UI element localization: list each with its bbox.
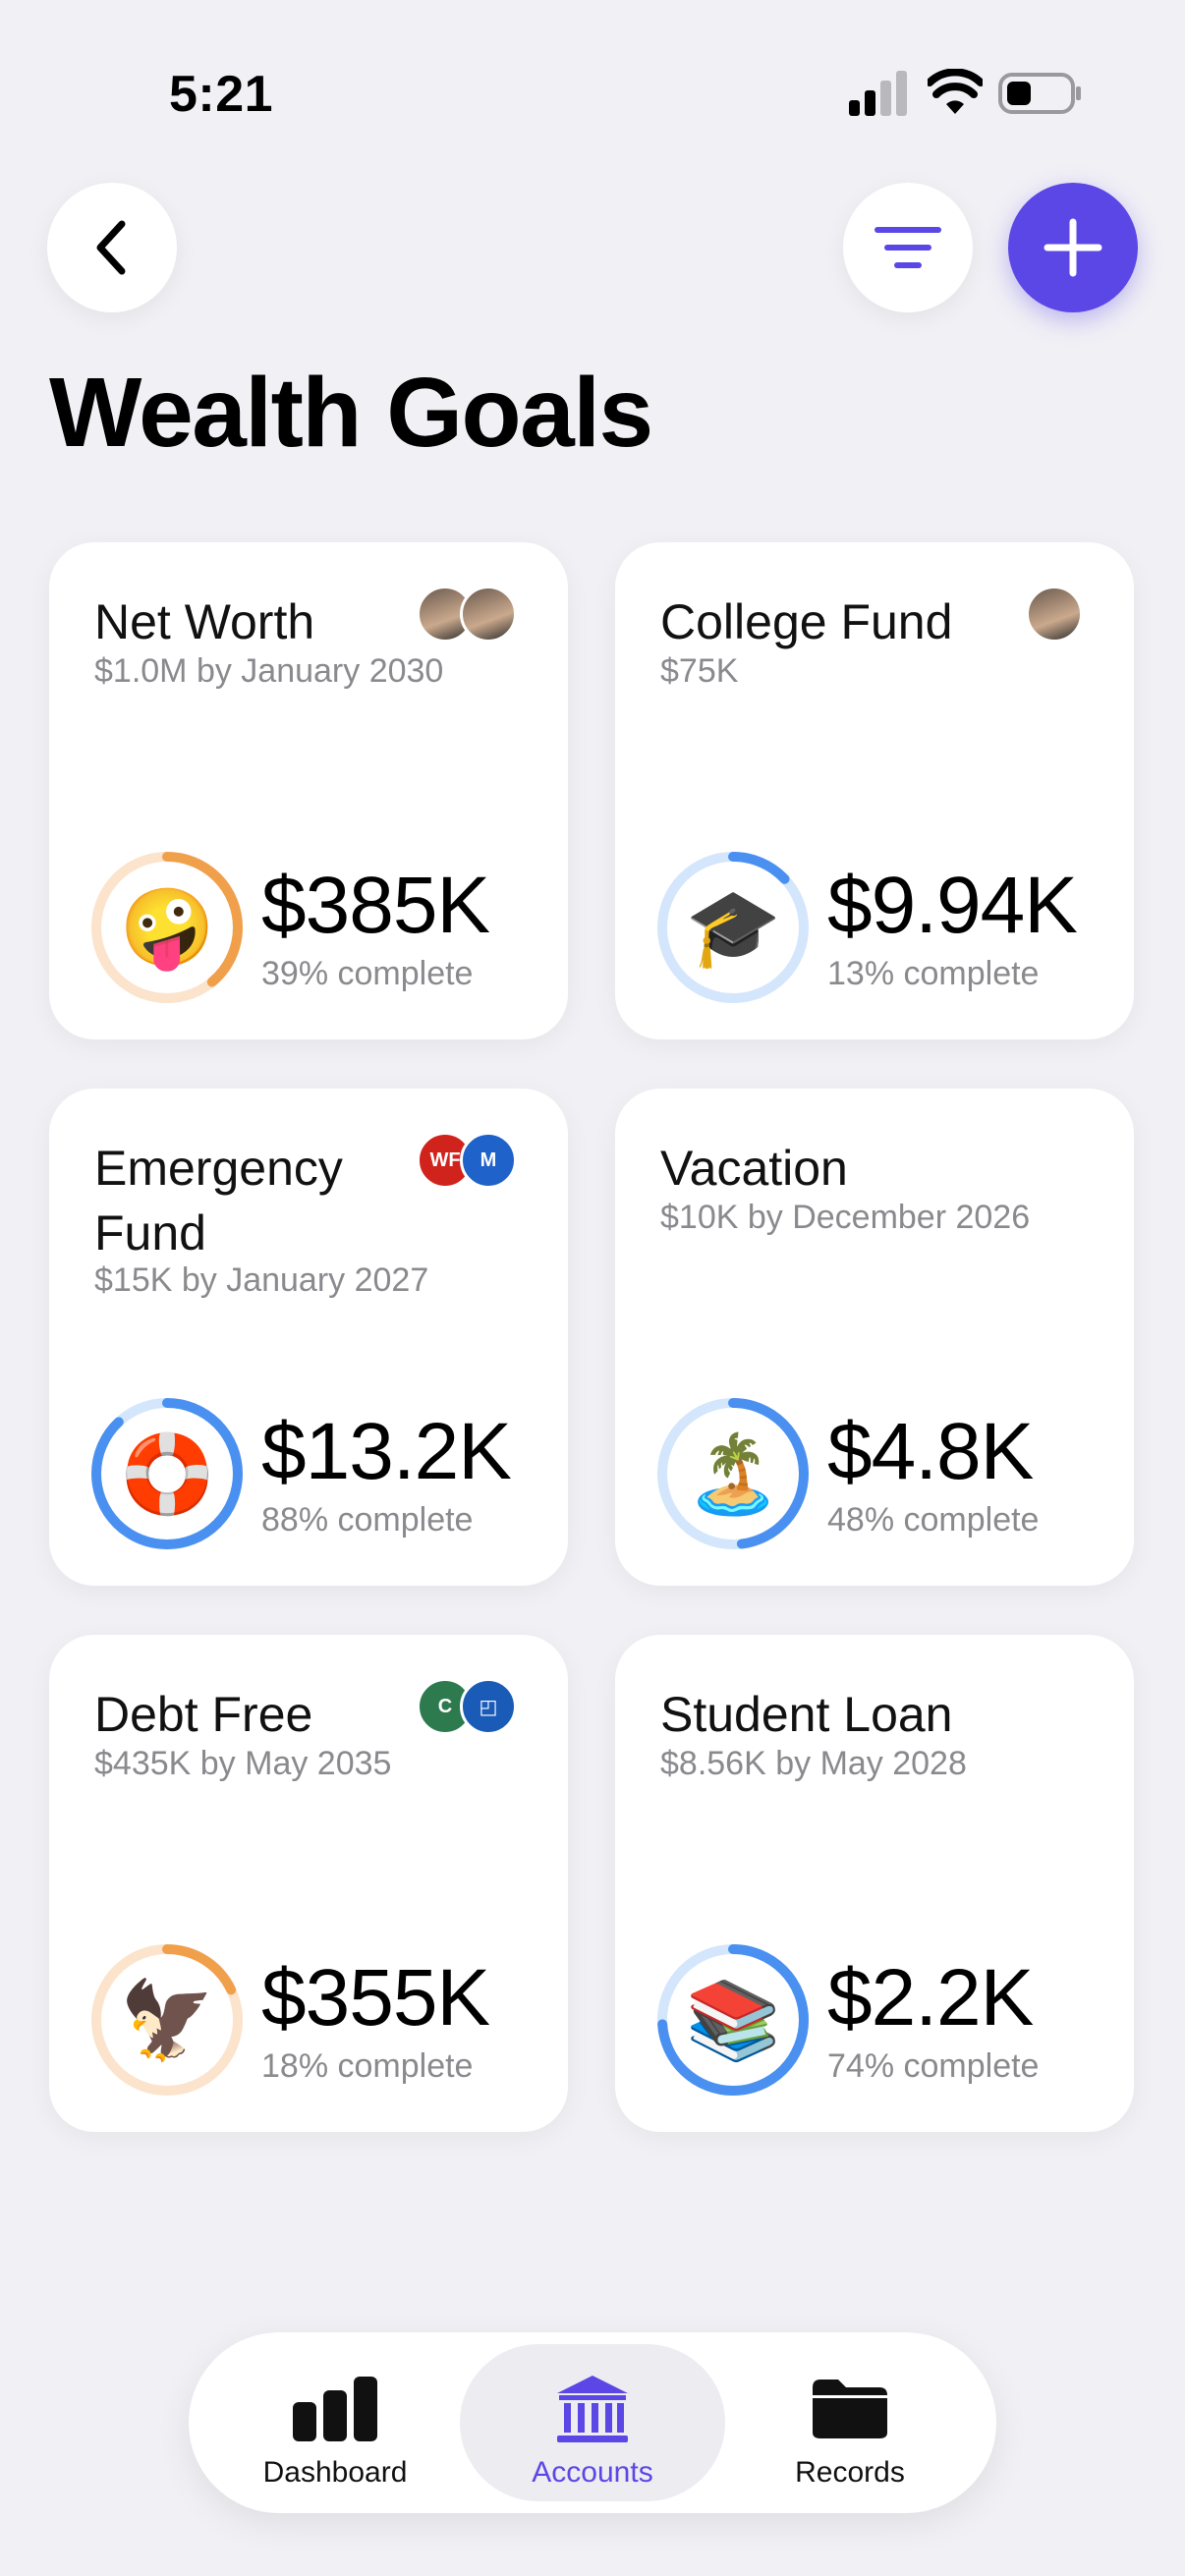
goal-avatars: [417, 586, 525, 644]
tab-label: Dashboard: [262, 2456, 408, 2489]
bank-logo-bmo: M: [460, 1132, 517, 1189]
goal-subtitle: $8.56K by May 2028: [660, 1745, 967, 1782]
add-goal-button[interactable]: [1008, 183, 1138, 312]
back-button[interactable]: [47, 183, 177, 312]
goal-card[interactable]: Emergency Fund $15K by January 2027 WF M 🛟 $1…: [49, 1089, 568, 1586]
goal-title: Net Worth: [94, 594, 315, 649]
goal-subtitle: $10K by December 2026: [660, 1199, 1031, 1236]
goal-percent: 88% complete: [261, 1501, 474, 1539]
tab-accounts[interactable]: Accounts: [460, 2344, 725, 2501]
filter-button[interactable]: [843, 183, 973, 312]
goal-emoji-icon: 🛟: [119, 1430, 215, 1517]
goal-card[interactable]: Net Worth $1.0M by January 2030 🤪 $385K 39% …: [49, 542, 568, 1039]
filter-lines-icon: [875, 227, 941, 268]
goal-card[interactable]: Student Loan $8.56K by May 2028 📚 $2.2K 74% …: [615, 1635, 1134, 2132]
goal-emoji-icon: 📚: [685, 1977, 781, 2063]
goal-emoji-icon: 🤪: [119, 884, 215, 971]
goal-percent: 13% complete: [827, 955, 1040, 992]
goal-progress-ring: 🤪: [88, 849, 246, 1006]
goal-title: College Fund: [660, 594, 953, 649]
goal-progress-ring: 📚: [654, 1941, 812, 2099]
goal-amount: $9.94K: [827, 861, 1078, 950]
goal-subtitle: $15K by January 2027: [94, 1261, 429, 1299]
goal-title: Student Loan: [660, 1687, 953, 1742]
status-bar: 5:21: [0, 0, 1185, 187]
plus-icon: [1044, 218, 1102, 277]
goal-percent: 48% complete: [827, 1501, 1040, 1539]
goal-amount: $2.2K: [827, 1953, 1034, 2043]
goal-amount: $385K: [261, 861, 490, 950]
goal-percent: 18% complete: [261, 2047, 474, 2085]
goal-avatars: [1026, 586, 1089, 644]
goal-subtitle: $435K by May 2035: [94, 1745, 392, 1782]
wifi-icon: [928, 69, 983, 114]
goal-title: Emergency Fund: [94, 1141, 343, 1260]
person-avatar: [1026, 586, 1083, 643]
goal-card[interactable]: College Fund $75K 🎓 $9.94K 13% complete: [615, 542, 1134, 1039]
goal-progress-ring: 🏝️: [654, 1395, 812, 1552]
goal-progress-ring: 🦅: [88, 1941, 246, 2099]
goal-avatars: WF M: [417, 1132, 525, 1191]
goal-title: Debt Free: [94, 1687, 313, 1742]
person-avatar: [460, 586, 517, 643]
tab-bar: Dashboard Accounts Records: [189, 2332, 996, 2513]
goal-card[interactable]: Debt Free $435K by May 2035 C ◰ 🦅 $355K 18% co…: [49, 1635, 568, 2132]
goal-progress-ring: 🎓: [654, 849, 812, 1006]
goal-percent: 74% complete: [827, 2047, 1040, 2085]
bank-logo-chase: ◰: [460, 1678, 517, 1735]
battery-icon: [998, 73, 1081, 114]
goal-avatars: C ◰: [417, 1678, 525, 1737]
bank-icon: [545, 2374, 640, 2444]
goal-card[interactable]: Vacation $10K by December 2026 🏝️ $4.8K 48% …: [615, 1089, 1134, 1586]
cellular-signal-icon: [849, 71, 907, 116]
goal-subtitle: $1.0M by January 2030: [94, 652, 444, 690]
chevron-left-icon: [96, 220, 126, 275]
goal-title: Vacation: [660, 1141, 848, 1196]
bar-chart-icon: [288, 2374, 382, 2444]
tab-dashboard[interactable]: Dashboard: [202, 2344, 468, 2501]
goal-progress-ring: 🛟: [88, 1395, 246, 1552]
goal-emoji-icon: 🎓: [685, 884, 781, 971]
tab-label: Records: [795, 2456, 905, 2489]
goal-emoji-icon: 🦅: [119, 1977, 215, 2063]
goal-percent: 39% complete: [261, 955, 474, 992]
goal-subtitle: $75K: [660, 652, 739, 690]
goal-emoji-icon: 🏝️: [685, 1430, 781, 1517]
tab-label: Accounts: [532, 2456, 653, 2489]
page-title: Wealth Goals: [49, 358, 653, 468]
status-time: 5:21: [169, 66, 274, 123]
tab-records[interactable]: Records: [717, 2344, 983, 2501]
goal-amount: $13.2K: [261, 1407, 512, 1496]
goal-amount: $355K: [261, 1953, 490, 2043]
goal-amount: $4.8K: [827, 1407, 1034, 1496]
folder-icon: [803, 2374, 897, 2444]
